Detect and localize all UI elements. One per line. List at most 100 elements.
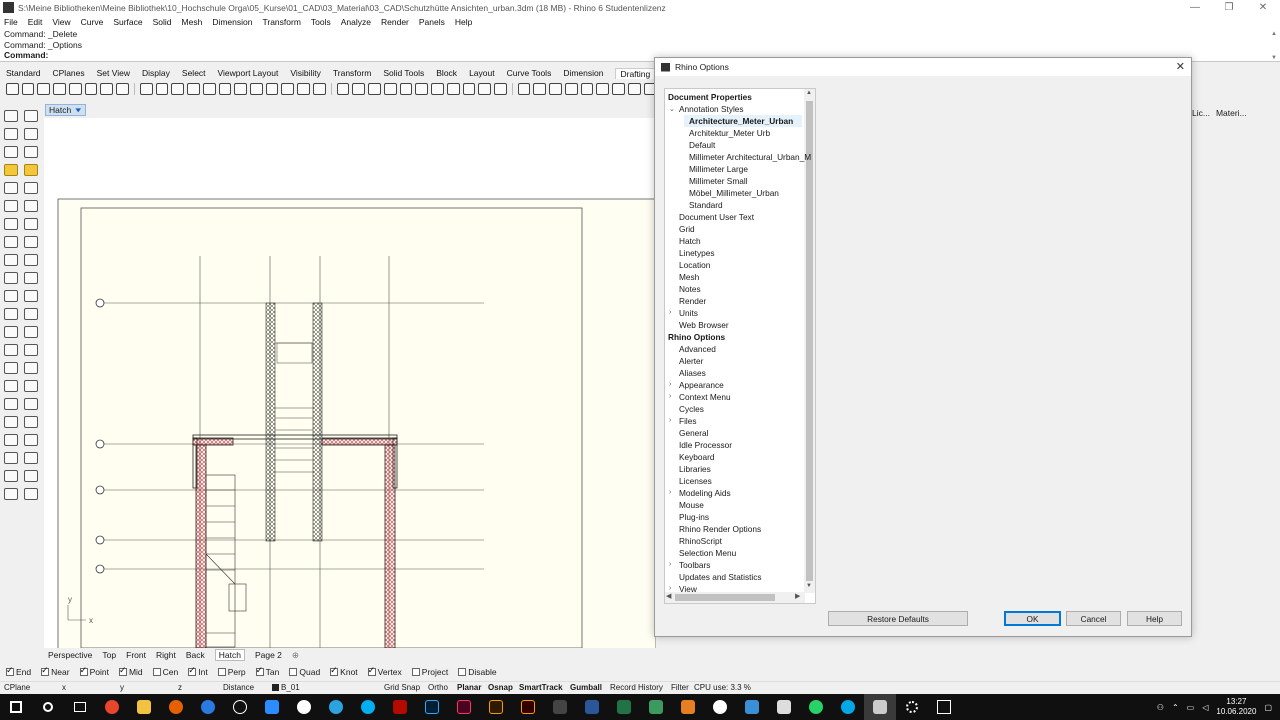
clock[interactable]: 13:27 10.06.2020 xyxy=(1216,697,1256,717)
toolbar-tab-select[interactable]: Select xyxy=(182,68,206,78)
tray-chevron-up-icon[interactable]: ⌃ xyxy=(1172,703,1179,712)
options-tree[interactable]: ▲ ▼ ◀ ▶ Document Properties ⌄ Annotation S… xyxy=(664,88,816,604)
osnap-checkbox[interactable] xyxy=(188,665,197,676)
left-tool-icon[interactable] xyxy=(4,128,18,140)
taskbar-app[interactable] xyxy=(288,694,320,720)
taskbar-app[interactable] xyxy=(480,694,512,720)
expand-chevron-right-icon[interactable]: › xyxy=(669,393,677,400)
toolbar-tool-icon[interactable] xyxy=(265,83,279,95)
osnap-checkbox[interactable] xyxy=(6,665,14,676)
start-button[interactable] xyxy=(0,694,32,720)
osnap-quad[interactable]: Quad xyxy=(289,667,320,677)
hatch-viewport[interactable]: y x xyxy=(44,118,656,648)
tree-doc-item[interactable]: Grid xyxy=(679,223,695,235)
scroll-down-icon[interactable]: ▼ xyxy=(1271,55,1277,61)
toolbar-tool-icon[interactable] xyxy=(202,83,216,95)
toolbar-tool-icon[interactable] xyxy=(478,83,491,95)
osnap-checkbox[interactable] xyxy=(458,667,467,676)
taskbar-app[interactable] xyxy=(800,694,832,720)
left-tool-icon[interactable] xyxy=(24,182,38,194)
toolbar-tool-icon[interactable] xyxy=(517,83,531,95)
restore-button[interactable]: ❐ xyxy=(1212,0,1246,15)
left-tool-icon[interactable] xyxy=(4,218,18,230)
expand-chevron-right-icon[interactable]: › xyxy=(669,309,677,316)
left-tool-icon[interactable] xyxy=(24,470,38,482)
toolbar-tab-viewport-layout[interactable]: Viewport Layout xyxy=(218,68,279,78)
osnap-checkbox[interactable] xyxy=(255,665,264,676)
left-tool-icon[interactable] xyxy=(4,164,18,176)
viewport-tab-page-2[interactable]: Page 2 xyxy=(255,650,282,660)
toolbar-tool-icon[interactable] xyxy=(533,83,547,95)
toolbar-tab-set-view[interactable]: Set View xyxy=(97,68,130,78)
tree-rhino-item[interactable]: Updates and Statistics xyxy=(679,571,762,583)
tree-doc-item[interactable]: Mesh xyxy=(679,271,699,283)
osnap-knot[interactable]: Knot xyxy=(330,665,358,677)
status-osnap[interactable]: Osnap xyxy=(488,683,513,692)
osnap-checkbox[interactable] xyxy=(289,667,298,676)
osnap-end[interactable]: End xyxy=(6,665,31,677)
menu-surface[interactable]: Surface xyxy=(113,17,142,27)
viewport-tab-perspective[interactable]: Perspective xyxy=(48,650,92,660)
osnap-tan[interactable]: Tan xyxy=(255,665,279,677)
taskbar-app[interactable] xyxy=(928,694,960,720)
left-tool-icon[interactable] xyxy=(24,344,38,356)
taskbar-app[interactable] xyxy=(416,694,448,720)
osnap-cen[interactable]: Cen xyxy=(152,667,178,677)
drawing-canvas[interactable]: y x xyxy=(44,118,656,648)
toolbar-tool-icon[interactable] xyxy=(549,83,562,95)
toolbar-tool-icon[interactable] xyxy=(139,83,153,95)
toolbar-tool-icon[interactable] xyxy=(187,83,200,95)
toolbar-tab-transform[interactable]: Transform xyxy=(333,68,371,78)
left-tool-icon[interactable] xyxy=(4,398,18,410)
left-tool-icon[interactable] xyxy=(24,434,38,446)
tree-rhino-item[interactable]: View xyxy=(679,583,697,595)
toolbar-tool-icon[interactable] xyxy=(84,83,98,95)
left-tool-icon[interactable] xyxy=(4,290,18,302)
scroll-up-icon[interactable]: ▲ xyxy=(1271,31,1277,37)
toolbar-tab-dimension[interactable]: Dimension xyxy=(563,68,603,78)
taskbar-app[interactable] xyxy=(576,694,608,720)
help-button[interactable]: Help xyxy=(1127,611,1182,626)
toolbar-tab-curve-tools[interactable]: Curve Tools xyxy=(507,68,552,78)
toolbar-tool-icon[interactable] xyxy=(53,83,66,95)
left-tool-icon[interactable] xyxy=(24,290,38,302)
tree-doc-item[interactable]: Document User Text xyxy=(679,211,754,223)
panel-tab-license[interactable]: Lic... xyxy=(1192,108,1210,118)
toolbar-tool-icon[interactable] xyxy=(368,83,381,95)
toolbar-tab-standard[interactable]: Standard xyxy=(6,68,41,78)
toolbar-tool-icon[interactable] xyxy=(234,83,247,95)
taskbar-app[interactable] xyxy=(704,694,736,720)
scroll-thumb[interactable] xyxy=(806,101,813,581)
tree-rhino-item[interactable]: Advanced xyxy=(679,343,716,355)
tree-rhino-item[interactable]: Alerter xyxy=(679,355,703,367)
menu-solid[interactable]: Solid xyxy=(153,17,172,27)
status-layer[interactable]: B_01 xyxy=(272,683,300,692)
toolbar-tool-icon[interactable] xyxy=(312,83,326,95)
left-tool-icon[interactable] xyxy=(24,326,38,338)
taskbar-app[interactable] xyxy=(608,694,640,720)
toolbar-tab-cplanes[interactable]: CPlanes xyxy=(53,68,85,78)
panel-tab-materials[interactable]: Materi... xyxy=(1216,108,1247,118)
tray-people-icon[interactable]: ⚇ xyxy=(1157,703,1164,712)
taskbar-app[interactable] xyxy=(160,694,192,720)
tree-doc-item[interactable]: Linetypes xyxy=(679,247,715,259)
tree-vertical-scrollbar[interactable]: ▲ ▼ xyxy=(804,89,815,593)
add-viewport-tab-icon[interactable]: ⊕ xyxy=(292,650,299,661)
tree-doc-item[interactable]: Web Browser xyxy=(679,319,729,331)
toolbar-tool-icon[interactable] xyxy=(100,83,114,95)
tree-rhino-item[interactable]: RhinoScript xyxy=(679,535,722,547)
dialog-title-bar[interactable]: Rhino Options ✕ xyxy=(655,58,1191,76)
left-tool-icon[interactable] xyxy=(24,254,38,266)
tree-rhino-item[interactable]: Licenses xyxy=(679,475,712,487)
taskbar-app[interactable] xyxy=(640,694,672,720)
taskbar-app[interactable] xyxy=(544,694,576,720)
menu-view[interactable]: View xyxy=(52,17,70,27)
toolbar-tool-icon[interactable] xyxy=(281,83,295,95)
toolbar-tool-icon[interactable] xyxy=(37,83,51,95)
menu-transform[interactable]: Transform xyxy=(262,17,300,27)
left-tool-icon[interactable] xyxy=(4,470,18,482)
viewport-tab-back[interactable]: Back xyxy=(186,650,205,660)
scroll-up-icon[interactable]: ▲ xyxy=(806,90,812,96)
viewport-tab-right[interactable]: Right xyxy=(156,650,176,660)
left-tool-icon[interactable] xyxy=(24,380,38,392)
